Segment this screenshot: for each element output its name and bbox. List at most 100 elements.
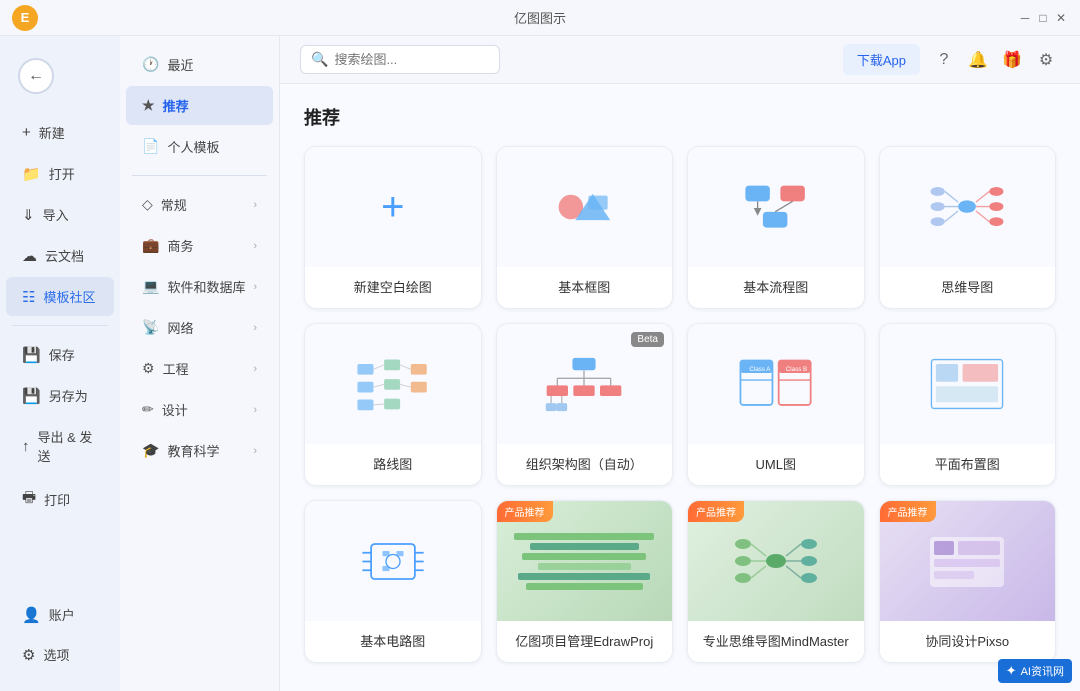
import-item[interactable]: ⇓ 导入 [6,195,114,234]
template-card-img-edraw-proj: 产品推荐 [497,501,673,621]
personal-nav-item[interactable]: 📄 个人模板 [126,127,273,166]
settings-item[interactable]: ⚙ 选项 [6,635,114,674]
save-as-icon: 💾 [22,387,41,405]
left-navigation: ← + 新建 📁 打开 ⇓ 导入 ☁ 云文档 ☷ 模板社区 💾 保存 💾 [0,36,120,691]
business-arrow: › [253,240,257,252]
gear-icon[interactable]: ⚙ [1032,46,1060,74]
template-card-img-route-map [305,324,481,444]
personal-icon: 📄 [142,138,159,155]
design-arrow: › [253,404,257,416]
template-label-new-blank: 新建空白绘图 [354,267,432,308]
template-card-org-chart[interactable]: Beta 组织架构图（自动） [496,323,674,486]
education-nav-item[interactable]: 🎓 教育科学 › [126,431,273,470]
template-card-circuit[interactable]: 基本电路图 [304,500,482,663]
account-icon: 👤 [22,606,41,624]
template-card-basic-frame[interactable]: 基本框图 [496,146,674,309]
template-card-pixso[interactable]: 产品推荐 协同设计Pixso [879,500,1057,663]
template-label-pixso: 协同设计Pixso [925,621,1009,662]
import-label: 导入 [43,205,69,224]
topbar-icons: ? 🔔 🎁 ⚙ [930,46,1060,74]
export-label: 导出 & 发送 [38,427,99,465]
open-icon: 📁 [22,165,41,183]
export-icon: ↑ [22,438,30,455]
education-arrow: › [253,445,257,457]
template-card-layout[interactable]: 平面布置图 [879,323,1057,486]
maximize-button[interactable]: □ [1036,11,1050,25]
template-card-img-mind-map [880,147,1056,267]
software-nav-item[interactable]: 💻 软件和数据库 › [126,267,273,306]
search-input[interactable] [334,52,474,67]
print-item[interactable]: 🖶 打印 [6,477,114,522]
recent-nav-item[interactable]: 🕐 最近 [126,45,273,84]
template-card-new-blank[interactable]: + 新建空白绘图 [304,146,482,309]
export-item[interactable]: ↑ 导出 & 发送 [6,417,114,475]
user-avatar[interactable]: E [12,5,38,31]
save-label: 保存 [49,345,75,364]
print-label: 打印 [44,490,70,509]
template-card-edraw-proj[interactable]: 产品推荐 亿图项目管理EdrawProj [496,500,674,663]
design-nav-item[interactable]: ✏ 设计 › [126,390,273,429]
network-arrow: › [253,322,257,334]
gift-icon[interactable]: 🎁 [998,46,1026,74]
settings-icon: ⚙ [22,646,35,664]
general-label: 常规 [161,195,187,214]
titlebar: E 亿图图示 ─ □ ✕ [0,0,1080,36]
product-badge-pixso: 产品推荐 [880,501,936,522]
template-label-basic-flow: 基本流程图 [743,267,808,308]
network-icon: 📡 [142,319,159,336]
question-icon[interactable]: ? [930,46,958,74]
education-icon: 🎓 [142,442,159,459]
watermark-star: ✦ [1006,663,1017,679]
network-nav-item[interactable]: 📡 网络 › [126,308,273,347]
engineering-arrow: › [253,363,257,375]
template-item[interactable]: ☷ 模板社区 [6,277,114,316]
recent-label: 最近 [167,55,193,74]
minimize-button[interactable]: ─ [1018,11,1032,25]
personal-label: 个人模板 [167,137,219,156]
template-card-uml[interactable]: Class A Class B UML图 [687,323,865,486]
video-section-title: 视频教程 [304,687,376,691]
template-card-route-map[interactable]: 路线图 [304,323,482,486]
template-card-img-mind-master: 产品推荐 [688,501,864,621]
ai-watermark: ✦ AI资讯网 [998,659,1072,683]
save-icon: 💾 [22,346,41,364]
template-label: 模板社区 [43,287,95,306]
business-icon: 💼 [142,237,159,254]
engineering-nav-item[interactable]: ⚙ 工程 › [126,349,273,388]
recommend-section-title: 推荐 [304,104,1056,130]
nav-divider [12,325,108,326]
template-label-route-map: 路线图 [373,444,412,485]
network-label: 网络 [167,318,193,337]
new-item[interactable]: + 新建 [6,113,114,152]
content-scroll: 推荐 + 新建空白绘图 [280,84,1080,691]
template-card-basic-flow[interactable]: 基本流程图 [687,146,865,309]
cloud-icon: ☁ [22,247,37,265]
template-card-mind-master[interactable]: 产品推荐 [687,500,865,663]
back-button[interactable]: ← [18,58,54,94]
svg-text:Class B: Class B [786,366,807,373]
close-button[interactable]: ✕ [1054,11,1068,25]
save-as-item[interactable]: 💾 另存为 [6,376,114,415]
account-item[interactable]: 👤 账户 [6,595,114,634]
account-label: 账户 [49,605,75,624]
open-item[interactable]: 📁 打开 [6,154,114,193]
save-item[interactable]: 💾 保存 [6,335,114,374]
business-nav-item[interactable]: 💼 商务 › [126,226,273,265]
cloud-label: 云文档 [45,246,84,265]
software-icon: 💻 [142,278,159,295]
search-box[interactable]: 🔍 [300,45,500,74]
general-nav-item[interactable]: ◇ 常规 › [126,185,273,224]
cloud-item[interactable]: ☁ 云文档 [6,236,114,275]
education-label: 教育科学 [167,441,219,460]
category-navigation: 🕐 最近 ★ 推荐 📄 个人模板 ◇ 常规 › � [120,36,280,691]
bell-icon[interactable]: 🔔 [964,46,992,74]
template-label-mind-master: 专业思维导图MindMaster [703,621,849,662]
template-icon: ☷ [22,288,35,306]
template-label-uml: UML图 [756,444,796,485]
recommend-nav-item[interactable]: ★ 推荐 [126,86,273,125]
app-title: 亿图图示 [514,8,566,27]
template-label-edraw-proj: 亿图项目管理EdrawProj [515,621,653,662]
template-card-mind-map[interactable]: 思维导图 [879,146,1057,309]
download-app-button[interactable]: 下载App [843,44,920,75]
template-label-layout: 平面布置图 [935,444,1000,485]
